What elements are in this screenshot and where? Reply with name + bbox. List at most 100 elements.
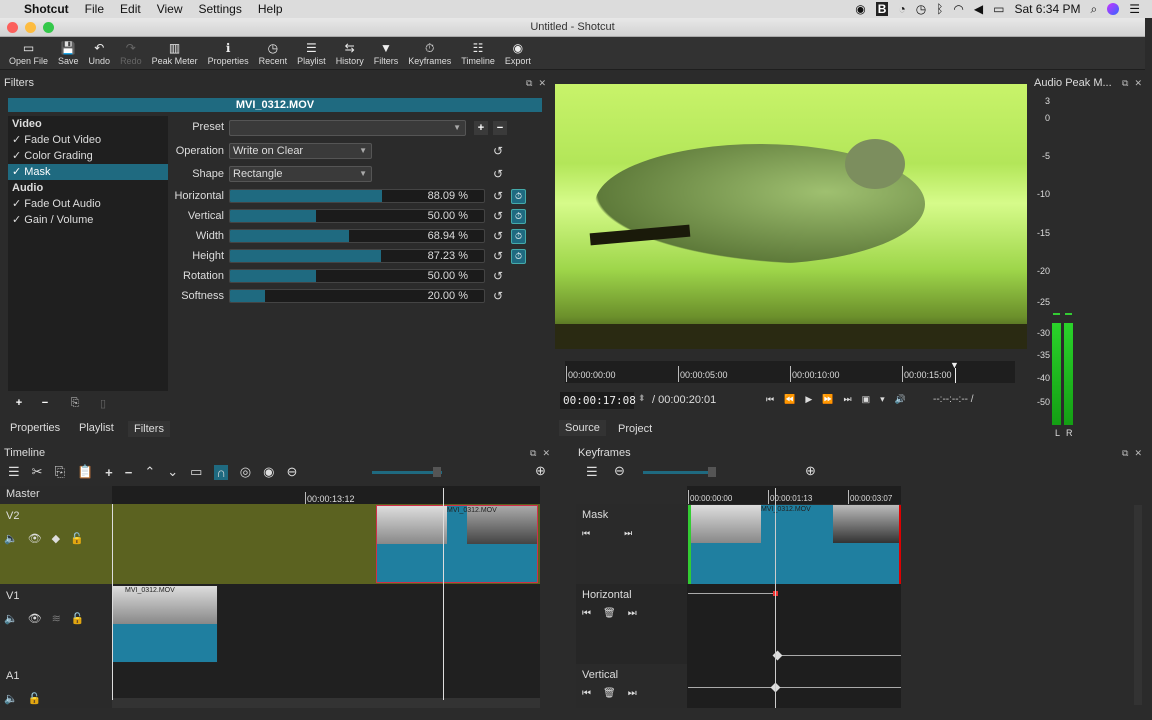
rss-icon[interactable]: ◔ bbox=[898, 2, 905, 16]
kf-track-vertical[interactable] bbox=[687, 664, 901, 708]
reset-softness-icon[interactable]: ↺ bbox=[491, 289, 505, 303]
reset-horizontal-icon[interactable]: ↺ bbox=[491, 189, 505, 203]
position-timecode[interactable]: 00:00:17:08 bbox=[560, 392, 636, 409]
zoom-dropdown-icon[interactable]: ▾ bbox=[880, 394, 885, 405]
timeline-playhead[interactable] bbox=[443, 488, 444, 700]
notification-center-icon[interactable]: ☰ bbox=[1129, 2, 1140, 16]
lift-icon[interactable]: ⌃ bbox=[144, 464, 155, 480]
float-dock-icon[interactable]: ⧉ bbox=[526, 78, 532, 89]
clip-v2[interactable]: MVI_0312.MOV bbox=[376, 505, 538, 583]
toolbar-save-button[interactable]: 💾 Save bbox=[53, 40, 84, 69]
clock[interactable]: Sat 6:34 PM bbox=[1014, 2, 1080, 16]
vertical-keyframe-toggle-icon[interactable]: ⏱ bbox=[511, 209, 526, 224]
hide-icon[interactable]: 👁 bbox=[28, 532, 42, 545]
toolbar-undo-button[interactable]: ↶ Undo bbox=[84, 40, 116, 69]
softness-value[interactable]: 20.00 % bbox=[428, 290, 468, 302]
close-window-button[interactable] bbox=[7, 22, 18, 33]
keyframes-zoom-handle[interactable] bbox=[708, 467, 716, 477]
width-value[interactable]: 68.94 % bbox=[428, 230, 468, 242]
rotation-value[interactable]: 50.00 % bbox=[428, 270, 468, 282]
tab-project[interactable]: Project bbox=[612, 421, 658, 437]
add-preset-button[interactable]: + bbox=[474, 121, 488, 135]
menu-view[interactable]: View bbox=[149, 2, 191, 16]
float-dock-icon[interactable]: ⧉ bbox=[1122, 448, 1128, 459]
remove-preset-button[interactable]: − bbox=[493, 121, 507, 135]
close-dock-icon[interactable]: ✕ bbox=[1134, 448, 1142, 459]
next-keyframe-icon[interactable]: ⏭ bbox=[624, 528, 632, 539]
timeline-hscrollbar[interactable] bbox=[112, 698, 540, 708]
mute-icon[interactable]: 🔈 bbox=[4, 532, 18, 545]
keyframes-playhead[interactable] bbox=[775, 488, 776, 708]
keyframes-vscrollbar[interactable] bbox=[1134, 505, 1142, 705]
keyframes-menu-icon[interactable]: ☰ bbox=[586, 464, 598, 480]
float-dock-icon[interactable]: ⧉ bbox=[1122, 78, 1128, 89]
copy-filters-button[interactable]: ⎘ bbox=[68, 397, 82, 411]
menu-settings[interactable]: Settings bbox=[191, 2, 250, 16]
keyframes-zoom-in-icon[interactable]: ⊕ bbox=[805, 463, 816, 479]
next-keyframe-icon[interactable]: ⏭ bbox=[628, 688, 637, 699]
next-keyframe-icon[interactable]: ⏭ bbox=[628, 608, 637, 619]
previous-keyframe-icon[interactable]: ⏮ bbox=[582, 688, 591, 699]
wifi-icon[interactable]: ◠ bbox=[953, 2, 963, 16]
zoom-window-button[interactable] bbox=[43, 22, 54, 33]
lock-icon[interactable]: 🔓 bbox=[28, 692, 42, 705]
delete-keyframe-icon[interactable]: 🗑 bbox=[603, 688, 616, 699]
toolbar-properties-button[interactable]: ℹ Properties bbox=[203, 40, 254, 69]
tab-filters[interactable]: Filters bbox=[128, 421, 170, 437]
zoom-in-icon[interactable]: ⊕ bbox=[535, 463, 546, 479]
softness-slider[interactable]: 20.00 % bbox=[229, 289, 485, 303]
kf-track-header-vertical[interactable]: Vertical bbox=[576, 664, 687, 708]
toolbar-playlist-button[interactable]: ☰ Playlist bbox=[292, 40, 331, 69]
status-b-icon[interactable]: B bbox=[875, 2, 889, 16]
volume-icon[interactable]: ◀ bbox=[974, 2, 983, 16]
skip-next-icon[interactable]: ⏭ bbox=[843, 394, 851, 405]
filter-item-gain-volume[interactable]: ✓ Gain / Volume bbox=[8, 212, 168, 228]
battery-icon[interactable]: ▭ bbox=[993, 2, 1004, 16]
reset-shape-icon[interactable]: ↺ bbox=[491, 167, 505, 181]
operation-combo[interactable]: Write on Clear ▼ bbox=[229, 143, 372, 159]
kf-track-header-mask[interactable]: Mask bbox=[576, 504, 687, 584]
filter-item-color-grading[interactable]: ✓ Color Grading bbox=[8, 148, 168, 164]
toggle-zoom-icon[interactable]: ▣ bbox=[862, 394, 871, 405]
rotation-slider[interactable]: 50.00 % bbox=[229, 269, 485, 283]
filter-item-fade-out-audio[interactable]: ✓ Fade Out Audio bbox=[8, 196, 168, 212]
toolbar-timeline-button[interactable]: ☷ Timeline bbox=[456, 40, 500, 69]
volume-icon[interactable]: 🔊 bbox=[895, 394, 906, 405]
reset-width-icon[interactable]: ↺ bbox=[491, 229, 505, 243]
height-slider[interactable]: 87.23 % bbox=[229, 249, 485, 263]
fast-forward-icon[interactable]: ⏩ bbox=[822, 394, 833, 405]
record-icon[interactable]: ◉ bbox=[855, 2, 865, 16]
menu-file[interactable]: File bbox=[77, 2, 112, 16]
tab-source[interactable]: Source bbox=[559, 420, 606, 436]
filter-item-fade-out-video[interactable]: ✓ Fade Out Video bbox=[8, 132, 168, 148]
composite-icon[interactable]: ◆ bbox=[52, 532, 60, 545]
app-menu[interactable]: Shotcut bbox=[16, 2, 77, 16]
keyframes-zoom-out-icon[interactable]: ⊖ bbox=[614, 463, 625, 479]
height-value[interactable]: 87.23 % bbox=[428, 250, 468, 262]
previous-keyframe-icon[interactable]: ⏮ bbox=[582, 608, 591, 619]
kf-track-header-horizontal[interactable]: Horizontal bbox=[576, 584, 687, 664]
float-dock-icon[interactable]: ⧉ bbox=[530, 448, 536, 459]
toolbar-export-button[interactable]: ◉ Export bbox=[500, 40, 536, 69]
filter-item-mask[interactable]: ✓ Mask bbox=[8, 164, 168, 180]
close-dock-icon[interactable]: ✕ bbox=[538, 78, 546, 89]
append-icon[interactable]: + bbox=[105, 465, 113, 480]
lock-icon[interactable]: 🔓 bbox=[71, 612, 85, 625]
play-icon[interactable]: ▶ bbox=[805, 394, 812, 405]
split-icon[interactable]: ▭ bbox=[190, 464, 202, 480]
horizontal-value[interactable]: 88.09 % bbox=[428, 190, 468, 202]
width-slider[interactable]: 68.94 % bbox=[229, 229, 485, 243]
menu-edit[interactable]: Edit bbox=[112, 2, 149, 16]
minimize-window-button[interactable] bbox=[25, 22, 36, 33]
reset-rotation-icon[interactable]: ↺ bbox=[491, 269, 505, 283]
paste-icon[interactable]: 📋 bbox=[77, 464, 93, 480]
toolbar-redo-button[interactable]: ↷ Redo bbox=[115, 40, 147, 69]
spotlight-icon[interactable]: ⌕ bbox=[1091, 2, 1098, 17]
hide-icon[interactable]: 👁 bbox=[28, 612, 42, 625]
cut-icon[interactable]: ✂ bbox=[32, 464, 43, 480]
reset-height-icon[interactable]: ↺ bbox=[491, 249, 505, 263]
skip-previous-icon[interactable]: ⏮ bbox=[766, 394, 774, 405]
rewind-icon[interactable]: ⏪ bbox=[784, 394, 795, 405]
keyframes-zoom-slider[interactable] bbox=[643, 471, 713, 474]
toolbar-peak-meter-button[interactable]: ▥ Peak Meter bbox=[147, 40, 203, 69]
